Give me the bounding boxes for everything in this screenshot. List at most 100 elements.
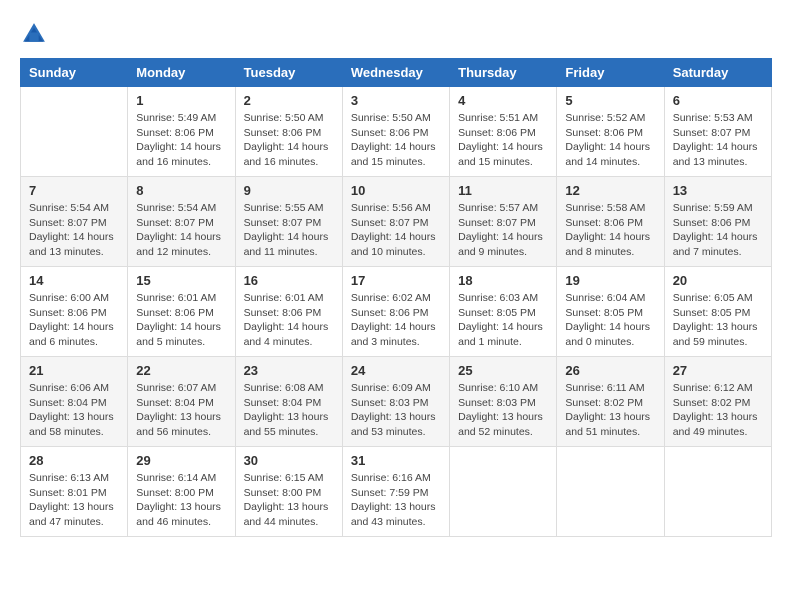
calendar-cell: 20 Sunrise: 6:05 AM Sunset: 8:05 PM Dayli… xyxy=(664,267,771,357)
calendar-week-4: 21 Sunrise: 6:06 AM Sunset: 8:04 PM Dayli… xyxy=(21,357,772,447)
page-header xyxy=(20,20,772,48)
day-number: 7 xyxy=(29,183,119,198)
col-friday: Friday xyxy=(557,59,664,87)
calendar-cell: 25 Sunrise: 6:10 AM Sunset: 8:03 PM Dayli… xyxy=(450,357,557,447)
day-info: Sunrise: 5:58 AM Sunset: 8:06 PM Dayligh… xyxy=(565,201,655,260)
day-number: 12 xyxy=(565,183,655,198)
calendar-cell: 1 Sunrise: 5:49 AM Sunset: 8:06 PM Daylig… xyxy=(128,87,235,177)
day-info: Sunrise: 6:01 AM Sunset: 8:06 PM Dayligh… xyxy=(136,291,226,350)
day-number: 11 xyxy=(458,183,548,198)
calendar-body: 1 Sunrise: 5:49 AM Sunset: 8:06 PM Daylig… xyxy=(21,87,772,537)
day-number: 10 xyxy=(351,183,441,198)
day-info: Sunrise: 5:49 AM Sunset: 8:06 PM Dayligh… xyxy=(136,111,226,170)
day-number: 24 xyxy=(351,363,441,378)
calendar-cell: 10Sunrise: 5:56 AM Sunset: 8:07 PM Dayli… xyxy=(342,177,449,267)
calendar-cell: 17 Sunrise: 6:02 AM Sunset: 8:06 PM Dayli… xyxy=(342,267,449,357)
calendar-cell: 5 Sunrise: 5:52 AM Sunset: 8:06 PM Daylig… xyxy=(557,87,664,177)
calendar-cell: 16Sunrise: 6:01 AM Sunset: 8:06 PM Dayli… xyxy=(235,267,342,357)
calendar-cell: 24 Sunrise: 6:09 AM Sunset: 8:03 PM Dayli… xyxy=(342,357,449,447)
day-info: Sunrise: 6:08 AM Sunset: 8:04 PM Dayligh… xyxy=(244,381,334,440)
day-number: 5 xyxy=(565,93,655,108)
calendar-cell: 6Sunrise: 5:53 AM Sunset: 8:07 PM Daylig… xyxy=(664,87,771,177)
col-saturday: Saturday xyxy=(664,59,771,87)
calendar-cell: 27 Sunrise: 6:12 AM Sunset: 8:02 PM Dayli… xyxy=(664,357,771,447)
day-number: 3 xyxy=(351,93,441,108)
day-number: 21 xyxy=(29,363,119,378)
calendar-cell: 12 Sunrise: 5:58 AM Sunset: 8:06 PM Dayli… xyxy=(557,177,664,267)
calendar-cell: 11 Sunrise: 5:57 AM Sunset: 8:07 PM Dayli… xyxy=(450,177,557,267)
day-info: Sunrise: 6:16 AM Sunset: 7:59 PM Dayligh… xyxy=(351,471,441,530)
day-number: 25 xyxy=(458,363,548,378)
calendar-cell: 8 Sunrise: 5:54 AM Sunset: 8:07 PM Daylig… xyxy=(128,177,235,267)
calendar-cell: 21 Sunrise: 6:06 AM Sunset: 8:04 PM Dayli… xyxy=(21,357,128,447)
calendar-cell: 22Sunrise: 6:07 AM Sunset: 8:04 PM Dayli… xyxy=(128,357,235,447)
logo-icon xyxy=(20,20,48,48)
col-monday: Monday xyxy=(128,59,235,87)
day-number: 27 xyxy=(673,363,763,378)
day-info: Sunrise: 6:09 AM Sunset: 8:03 PM Dayligh… xyxy=(351,381,441,440)
calendar-table: Sunday Monday Tuesday Wednesday Thursday… xyxy=(20,58,772,537)
calendar-cell xyxy=(21,87,128,177)
day-number: 19 xyxy=(565,273,655,288)
calendar-cell: 2 Sunrise: 5:50 AM Sunset: 8:06 PM Daylig… xyxy=(235,87,342,177)
day-info: Sunrise: 6:02 AM Sunset: 8:06 PM Dayligh… xyxy=(351,291,441,350)
calendar-cell: 23Sunrise: 6:08 AM Sunset: 8:04 PM Dayli… xyxy=(235,357,342,447)
calendar-cell xyxy=(450,447,557,537)
day-info: Sunrise: 5:53 AM Sunset: 8:07 PM Dayligh… xyxy=(673,111,763,170)
day-info: Sunrise: 6:03 AM Sunset: 8:05 PM Dayligh… xyxy=(458,291,548,350)
day-number: 14 xyxy=(29,273,119,288)
calendar-cell: 9 Sunrise: 5:55 AM Sunset: 8:07 PM Daylig… xyxy=(235,177,342,267)
day-info: Sunrise: 5:50 AM Sunset: 8:06 PM Dayligh… xyxy=(244,111,334,170)
day-number: 17 xyxy=(351,273,441,288)
day-number: 30 xyxy=(244,453,334,468)
day-info: Sunrise: 6:05 AM Sunset: 8:05 PM Dayligh… xyxy=(673,291,763,350)
day-number: 2 xyxy=(244,93,334,108)
day-number: 31 xyxy=(351,453,441,468)
day-info: Sunrise: 6:06 AM Sunset: 8:04 PM Dayligh… xyxy=(29,381,119,440)
calendar-cell xyxy=(664,447,771,537)
calendar-cell: 29 Sunrise: 6:14 AM Sunset: 8:00 PM Dayli… xyxy=(128,447,235,537)
day-number: 9 xyxy=(244,183,334,198)
day-info: Sunrise: 5:54 AM Sunset: 8:07 PM Dayligh… xyxy=(136,201,226,260)
calendar-week-1: 1 Sunrise: 5:49 AM Sunset: 8:06 PM Daylig… xyxy=(21,87,772,177)
day-info: Sunrise: 6:10 AM Sunset: 8:03 PM Dayligh… xyxy=(458,381,548,440)
day-info: Sunrise: 5:52 AM Sunset: 8:06 PM Dayligh… xyxy=(565,111,655,170)
day-number: 8 xyxy=(136,183,226,198)
calendar-cell: 4 Sunrise: 5:51 AM Sunset: 8:06 PM Daylig… xyxy=(450,87,557,177)
day-info: Sunrise: 6:15 AM Sunset: 8:00 PM Dayligh… xyxy=(244,471,334,530)
day-number: 4 xyxy=(458,93,548,108)
col-thursday: Thursday xyxy=(450,59,557,87)
day-number: 29 xyxy=(136,453,226,468)
day-info: Sunrise: 5:50 AM Sunset: 8:06 PM Dayligh… xyxy=(351,111,441,170)
calendar-cell: 19 Sunrise: 6:04 AM Sunset: 8:05 PM Dayli… xyxy=(557,267,664,357)
day-number: 1 xyxy=(136,93,226,108)
day-info: Sunrise: 5:59 AM Sunset: 8:06 PM Dayligh… xyxy=(673,201,763,260)
day-info: Sunrise: 6:01 AM Sunset: 8:06 PM Dayligh… xyxy=(244,291,334,350)
calendar-cell: 30 Sunrise: 6:15 AM Sunset: 8:00 PM Dayli… xyxy=(235,447,342,537)
calendar-cell: 28Sunrise: 6:13 AM Sunset: 8:01 PM Dayli… xyxy=(21,447,128,537)
day-info: Sunrise: 5:55 AM Sunset: 8:07 PM Dayligh… xyxy=(244,201,334,260)
calendar-cell xyxy=(557,447,664,537)
day-info: Sunrise: 6:12 AM Sunset: 8:02 PM Dayligh… xyxy=(673,381,763,440)
day-info: Sunrise: 6:07 AM Sunset: 8:04 PM Dayligh… xyxy=(136,381,226,440)
calendar-cell: 31 Sunrise: 6:16 AM Sunset: 7:59 PM Dayli… xyxy=(342,447,449,537)
calendar-cell: 3 Sunrise: 5:50 AM Sunset: 8:06 PM Daylig… xyxy=(342,87,449,177)
day-info: Sunrise: 6:14 AM Sunset: 8:00 PM Dayligh… xyxy=(136,471,226,530)
day-number: 18 xyxy=(458,273,548,288)
calendar-week-3: 14Sunrise: 6:00 AM Sunset: 8:06 PM Dayli… xyxy=(21,267,772,357)
day-number: 28 xyxy=(29,453,119,468)
day-info: Sunrise: 5:51 AM Sunset: 8:06 PM Dayligh… xyxy=(458,111,548,170)
calendar-week-5: 28Sunrise: 6:13 AM Sunset: 8:01 PM Dayli… xyxy=(21,447,772,537)
calendar-cell: 18 Sunrise: 6:03 AM Sunset: 8:05 PM Dayli… xyxy=(450,267,557,357)
day-info: Sunrise: 6:04 AM Sunset: 8:05 PM Dayligh… xyxy=(565,291,655,350)
header-row: Sunday Monday Tuesday Wednesday Thursday… xyxy=(21,59,772,87)
col-tuesday: Tuesday xyxy=(235,59,342,87)
col-sunday: Sunday xyxy=(21,59,128,87)
logo xyxy=(20,20,52,48)
day-number: 20 xyxy=(673,273,763,288)
day-number: 13 xyxy=(673,183,763,198)
day-info: Sunrise: 5:57 AM Sunset: 8:07 PM Dayligh… xyxy=(458,201,548,260)
calendar-cell: 13 Sunrise: 5:59 AM Sunset: 8:06 PM Dayli… xyxy=(664,177,771,267)
day-number: 26 xyxy=(565,363,655,378)
calendar-week-2: 7 Sunrise: 5:54 AM Sunset: 8:07 PM Daylig… xyxy=(21,177,772,267)
